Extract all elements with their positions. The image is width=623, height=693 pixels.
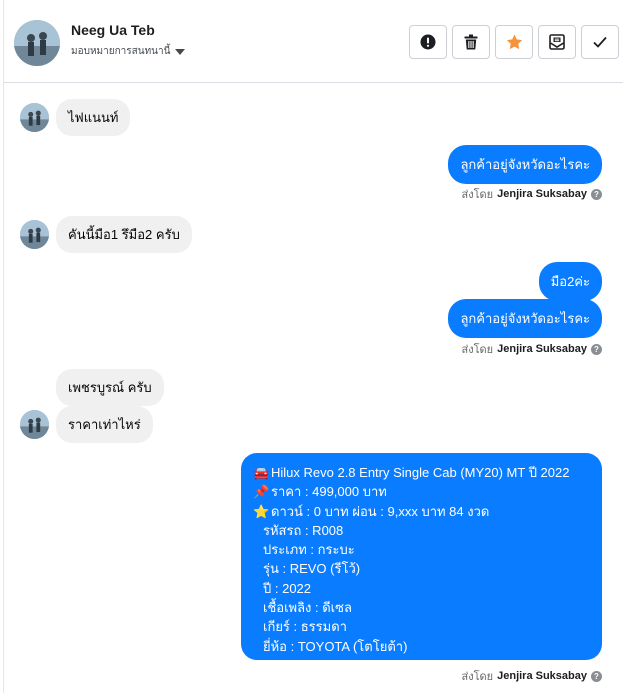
- incoming-message-row: คันนี้มือ1 รึมือ2 ครับ: [20, 216, 192, 253]
- contact-avatar[interactable]: [14, 20, 60, 66]
- car-icon: 🚘: [253, 465, 270, 480]
- mark-unread-button[interactable]: [538, 25, 576, 59]
- listing-code: รหัสรถ : R008: [263, 522, 344, 538]
- sent-by-agent[interactable]: Jenjira Suksabay: [497, 343, 587, 355]
- star-emoji-icon: ⭐: [253, 503, 270, 519]
- listing-gear: เกียร์ : ธรรมดา: [263, 619, 347, 635]
- help-icon[interactable]: ?: [591, 343, 602, 355]
- help-icon[interactable]: ?: [591, 670, 602, 682]
- incoming-message-row: เพชรบูรณ์ ครับ: [20, 369, 164, 406]
- listing-year: ปี : 2022: [263, 580, 312, 596]
- star-icon: [506, 34, 522, 50]
- sent-by-prefix: ส่งโดย: [461, 344, 494, 356]
- listing-type: ประเภท : กระบะ: [263, 542, 355, 558]
- outgoing-message[interactable]: ลูกค้าอยู่จังหวัดอะไรคะ: [448, 299, 602, 338]
- listing-fuel: เชื้อเพลิง : ดีเซล: [263, 600, 352, 616]
- header-actions: [409, 25, 619, 59]
- contact-name[interactable]: Neeg Ua Teb: [71, 22, 155, 38]
- message-thread: ไฟแนนท์ ลูกค้าอยู่จังหวัดอะไรคะ ส่งโดย J…: [4, 84, 623, 693]
- incoming-message[interactable]: เพชรบูรณ์ ครับ: [56, 369, 164, 406]
- delete-button[interactable]: [452, 25, 490, 59]
- listing-installment: ดาวน์ : 0 บาท ผ่อน : 9,xxx บาท 84 งวด: [271, 503, 490, 519]
- sent-by-label: ส่งโดย Jenjira Suksabay ?: [462, 185, 602, 203]
- listing-price-line: 📌 ราคา : 499,000 บาท: [253, 482, 590, 501]
- listing-price: ราคา : 499,000 บาท: [271, 484, 387, 500]
- listing-model: รุ่น : REVO (รีโว้): [263, 561, 361, 577]
- sent-by-label: ส่งโดย Jenjira Suksabay ?: [462, 667, 602, 685]
- sent-by-label: ส่งโดย Jenjira Suksabay ?: [462, 340, 602, 358]
- check-icon: [593, 36, 607, 48]
- incoming-message[interactable]: ไฟแนนท์: [56, 99, 131, 136]
- conversation-header: Neeg Ua Teb มอบหมายการสนทนานี้: [4, 0, 623, 83]
- incoming-message[interactable]: คันนี้มือ1 รึมือ2 ครับ: [56, 216, 192, 253]
- listing-down-line: ⭐ ดาวน์ : 0 บาท ผ่อน : 9,xxx บาท 84 งวด: [253, 502, 590, 521]
- assign-conversation-dropdown[interactable]: มอบหมายการสนทนานี้: [71, 44, 186, 59]
- star-button[interactable]: [495, 25, 533, 59]
- conversation-pane: Neeg Ua Teb มอบหมายการสนทนานี้ ไฟแนนท์ ล…: [3, 0, 623, 693]
- sender-avatar[interactable]: [20, 103, 49, 132]
- report-button[interactable]: [409, 25, 447, 59]
- help-icon[interactable]: ?: [591, 188, 602, 200]
- sent-by-agent[interactable]: Jenjira Suksabay: [497, 670, 587, 682]
- report-icon: [420, 34, 436, 50]
- incoming-message-row: ราคาเท่าไหร่: [20, 406, 153, 443]
- trash-icon: [464, 34, 478, 50]
- mark-unread-icon: [549, 34, 565, 50]
- listing-brand: ยี่ห้อ : TOYOTA (โตโยต้า): [263, 638, 408, 654]
- sent-by-agent[interactable]: Jenjira Suksabay: [497, 188, 587, 200]
- outgoing-message[interactable]: มือ2ค่ะ: [538, 262, 602, 301]
- incoming-message[interactable]: ราคาเท่าไหร่: [56, 406, 153, 443]
- pushpin-icon: 📌: [253, 484, 270, 500]
- sender-avatar[interactable]: [20, 410, 49, 439]
- sent-by-prefix: ส่งโดย: [461, 189, 494, 201]
- assign-label: มอบหมายการสนทนานี้: [71, 46, 171, 57]
- sent-by-prefix: ส่งโดย: [461, 671, 494, 683]
- outgoing-message[interactable]: ลูกค้าอยู่จังหวัดอะไรคะ: [448, 145, 602, 184]
- listing-title: Hilux Revo 2.8 Entry Single Cab (MY20) M…: [271, 465, 570, 480]
- listing-title-line: 🚘 Hilux Revo 2.8 Entry Single Cab (MY20) …: [253, 463, 590, 482]
- mark-done-button[interactable]: [581, 25, 619, 59]
- incoming-message-row: ไฟแนนท์: [20, 99, 131, 136]
- caret-down-icon: [175, 49, 186, 55]
- outgoing-listing-message[interactable]: 🚘 Hilux Revo 2.8 Entry Single Cab (MY20) …: [241, 453, 602, 660]
- sender-avatar[interactable]: [20, 220, 49, 249]
